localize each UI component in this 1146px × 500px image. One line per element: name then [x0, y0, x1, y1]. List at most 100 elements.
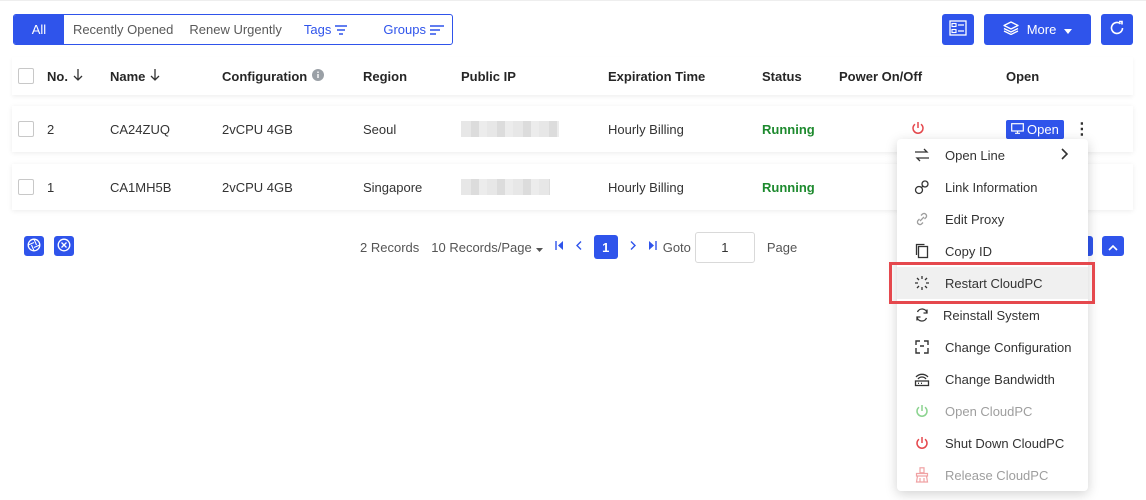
menu-item-change-configuration[interactable]: Change Configuration	[897, 331, 1088, 363]
menu-item-label: Reinstall System	[943, 307, 1040, 323]
menu-item-shut-down-cloudpc[interactable]: Shut Down CloudPC	[897, 427, 1088, 459]
highlight-box	[889, 262, 1095, 304]
menu-item-label: Change Bandwidth	[945, 371, 1055, 387]
column-no[interactable]: No.	[47, 68, 83, 84]
menu-item-release-cloudpc[interactable]: Release CloudPC	[897, 459, 1088, 491]
refresh-icon	[1109, 20, 1125, 39]
arrow-down-icon	[73, 68, 83, 84]
column-public-ip: Public IP	[461, 68, 516, 84]
list-view-button[interactable]	[942, 14, 974, 45]
column-no-label: No.	[47, 68, 68, 84]
menu-item-label: Copy ID	[945, 243, 992, 259]
menu-item-label: Edit Proxy	[945, 211, 1005, 227]
route-icon	[914, 147, 930, 163]
row-status: Running	[762, 121, 815, 137]
goto-page-input[interactable]: 1	[694, 231, 755, 263]
caret-down-icon	[1064, 22, 1073, 37]
menu-item-label: Shut Down CloudPC	[945, 435, 1065, 451]
per-page-label: 10 Records/Page	[431, 239, 532, 255]
column-region: Region	[363, 68, 408, 84]
row-status: Running	[762, 179, 815, 195]
row-public-ip-masked	[461, 164, 550, 210]
column-configuration: Configuration	[222, 68, 325, 84]
config-icon	[914, 339, 930, 355]
row-config: 2vCPU 4GB	[222, 121, 293, 137]
arrow-down-icon	[150, 68, 160, 84]
tab-all[interactable]: All	[14, 15, 64, 44]
row-actions-menu: Open Line Link Information Edit Proxy Co…	[897, 139, 1088, 491]
prev-page-icon[interactable]	[575, 241, 582, 253]
menu-item-edit-proxy[interactable]: Edit Proxy	[897, 203, 1088, 235]
tab-tags[interactable]: Tags	[296, 15, 355, 44]
filter-icon	[335, 24, 348, 35]
row-region: Singapore	[363, 179, 423, 195]
info-icon[interactable]	[312, 68, 325, 84]
column-configuration-label: Configuration	[222, 68, 308, 84]
page-label: Page	[766, 239, 798, 255]
chevron-up-icon	[1108, 239, 1118, 254]
more-vertical-icon[interactable]: ⋮	[1070, 119, 1094, 139]
list-view-icon	[949, 20, 967, 39]
layers-icon	[1003, 21, 1019, 38]
row-checkbox[interactable]	[18, 106, 34, 152]
open-label: Open	[1027, 121, 1059, 137]
caret-down-icon	[535, 240, 543, 255]
page-1-button[interactable]: 1	[593, 235, 618, 259]
column-power: Power On/Off	[839, 68, 923, 84]
row-no: 2	[47, 121, 55, 137]
tab-renew-urgently[interactable]: Renew Urgently	[181, 15, 290, 44]
aperture-icon	[27, 238, 41, 255]
per-page-select[interactable]: 10 Records/Page	[431, 239, 543, 255]
column-status: Status	[762, 68, 802, 84]
refresh-button[interactable]	[1101, 14, 1133, 45]
goto-label: Goto	[662, 239, 691, 255]
next-page-icon[interactable]	[630, 241, 636, 253]
select-all-checkbox[interactable]	[18, 68, 34, 84]
menu-item-change-bandwidth[interactable]: Change Bandwidth	[897, 363, 1088, 395]
menu-item-label: Link Information	[945, 179, 1038, 195]
pagination: 2 Records 10 Records/Page 1 Goto 1 Page	[360, 231, 809, 263]
power-icon	[914, 435, 930, 451]
row-name: CA24ZUQ	[110, 121, 170, 137]
last-page-icon[interactable]	[648, 241, 657, 253]
reinstall-icon	[914, 307, 930, 323]
monitor-icon	[1011, 122, 1024, 137]
menu-item-open-line[interactable]: Open Line	[897, 139, 1088, 171]
groups-label: Groups	[383, 22, 426, 37]
sort-lines-icon	[430, 24, 444, 35]
power-icon	[911, 121, 925, 138]
menu-item-label: Open Line	[945, 147, 1005, 163]
power-icon	[914, 403, 930, 419]
table-header: No. Name Configuration Region Public IP …	[12, 57, 1133, 95]
broom-icon	[914, 467, 930, 483]
tab-groups[interactable]: Groups	[375, 15, 452, 44]
first-page-icon[interactable]	[555, 241, 564, 253]
menu-item-open-cloudpc[interactable]: Open CloudPC	[897, 395, 1088, 427]
column-name-label: Name	[110, 68, 146, 84]
filter-tab-group: All Recently Opened Renew Urgently Tags …	[13, 14, 453, 45]
bandwidth-icon	[914, 371, 930, 387]
row-checkbox[interactable]	[18, 164, 34, 210]
proxy-link-icon	[914, 211, 930, 227]
copy-icon	[914, 243, 930, 259]
close-circle-icon	[57, 238, 71, 255]
row-region: Seoul	[363, 121, 397, 137]
open-button[interactable]: Open	[1006, 119, 1064, 139]
batch-close-button[interactable]	[54, 236, 74, 256]
batch-settings-button[interactable]	[24, 236, 44, 256]
menu-item-link-information[interactable]: Link Information	[897, 171, 1088, 203]
menu-item-label: Open CloudPC	[945, 403, 1033, 419]
menu-item-label: Release CloudPC	[945, 467, 1049, 483]
row-no: 1	[47, 179, 55, 195]
more-label: More	[1026, 22, 1057, 37]
tab-recently-opened[interactable]: Recently Opened	[64, 15, 181, 44]
records-count: 2 Records	[360, 239, 420, 255]
row-expiration: Hourly Billing	[608, 121, 684, 137]
scroll-top-button[interactable]	[1102, 236, 1124, 256]
more-button[interactable]: More	[984, 14, 1091, 45]
tags-label: Tags	[303, 22, 332, 37]
menu-item-label: Change Configuration	[945, 339, 1072, 355]
column-name[interactable]: Name	[110, 68, 160, 84]
column-open: Open	[1006, 68, 1040, 84]
row-config: 2vCPU 4GB	[222, 179, 293, 195]
